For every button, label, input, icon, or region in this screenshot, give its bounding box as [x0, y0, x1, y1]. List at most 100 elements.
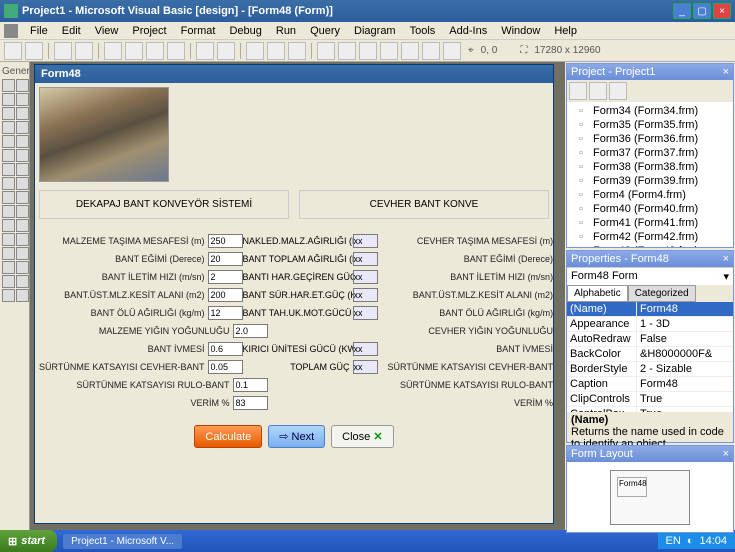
property-row[interactable]: BackColor&H8000000F& — [567, 347, 733, 362]
field-input[interactable] — [233, 324, 268, 338]
property-row[interactable]: (Name)Form48 — [567, 302, 733, 317]
toolbar-start-icon[interactable] — [246, 42, 264, 60]
next-button[interactable]: ⇨ Next — [268, 425, 325, 448]
menu-format[interactable]: Format — [175, 25, 222, 37]
menu-project[interactable]: Project — [126, 25, 172, 37]
toolbox-tool[interactable] — [2, 247, 15, 260]
field-input[interactable] — [208, 234, 243, 248]
toolbox-tool[interactable] — [16, 191, 29, 204]
property-row[interactable]: ClipControlsTrue — [567, 392, 733, 407]
menu-edit[interactable]: Edit — [56, 25, 87, 37]
toolbar-break-icon[interactable] — [267, 42, 285, 60]
toolbox-tool[interactable] — [16, 121, 29, 134]
taskbar-item[interactable]: Project1 - Microsoft V... — [63, 534, 182, 549]
toolbox-tool[interactable] — [16, 275, 29, 288]
toolbar-end-icon[interactable] — [288, 42, 306, 60]
toolbar-dataview-icon[interactable] — [422, 42, 440, 60]
tree-item[interactable]: Form4 (Form4.frm) — [569, 188, 731, 202]
toolbox-tool[interactable] — [2, 289, 15, 302]
tree-item[interactable]: Form36 (Form36.frm) — [569, 132, 731, 146]
toolbar-redo-icon[interactable] — [217, 42, 235, 60]
tree-item[interactable]: Form41 (Form41.frm) — [569, 216, 731, 230]
menu-tools[interactable]: Tools — [404, 25, 442, 37]
toolbox-tool[interactable] — [16, 135, 29, 148]
view-code-icon[interactable] — [569, 82, 587, 100]
field-output[interactable] — [353, 306, 378, 320]
tree-item[interactable]: Form38 (Form38.frm) — [569, 160, 731, 174]
toolbox-tool[interactable] — [2, 191, 15, 204]
tree-item[interactable]: Form39 (Form39.frm) — [569, 174, 731, 188]
toolbox-tool[interactable] — [16, 261, 29, 274]
field-input[interactable] — [208, 252, 243, 266]
menu-help[interactable]: Help — [548, 25, 583, 37]
toolbar-open-icon[interactable] — [54, 42, 72, 60]
toolbar-copy-icon[interactable] — [125, 42, 143, 60]
layout-form-mini[interactable]: Form48 — [617, 477, 647, 497]
toolbox-tool[interactable] — [16, 219, 29, 232]
toolbar-layout-icon[interactable] — [359, 42, 377, 60]
toolbar-undo-icon[interactable] — [196, 42, 214, 60]
toolbox-tool[interactable] — [2, 93, 15, 106]
view-object-icon[interactable] — [589, 82, 607, 100]
toolbar-explorer-icon[interactable] — [317, 42, 335, 60]
tab-alphabetic[interactable]: Alphabetic — [567, 285, 628, 302]
tray-icon[interactable]: ◐ — [687, 535, 694, 547]
start-button[interactable]: start — [0, 530, 57, 552]
system-menu-icon[interactable] — [4, 24, 18, 38]
field-input[interactable] — [208, 360, 243, 374]
toolbox-tool[interactable] — [2, 135, 15, 148]
field-output[interactable] — [353, 252, 378, 266]
toolbox-tool[interactable] — [16, 233, 29, 246]
toolbox-tool[interactable] — [16, 247, 29, 260]
field-output[interactable] — [353, 288, 378, 302]
toolbox-tool[interactable] — [16, 149, 29, 162]
field-output[interactable] — [353, 234, 378, 248]
toolbox-tool[interactable] — [16, 93, 29, 106]
tree-item[interactable]: Form34 (Form34.frm) — [569, 104, 731, 118]
tree-item[interactable]: Form35 (Form35.frm) — [569, 118, 731, 132]
menu-window[interactable]: Window — [495, 25, 546, 37]
toolbar-add-icon[interactable] — [4, 42, 22, 60]
minimize-button[interactable]: _ — [673, 3, 691, 19]
menu-addins[interactable]: Add-Ins — [443, 25, 493, 37]
toggle-folders-icon[interactable] — [609, 82, 627, 100]
menu-query[interactable]: Query — [304, 25, 346, 37]
toolbox-tool[interactable] — [16, 107, 29, 120]
menu-diagram[interactable]: Diagram — [348, 25, 402, 37]
toolbox-tool[interactable] — [16, 289, 29, 302]
menu-file[interactable]: File — [24, 25, 54, 37]
toolbox-tool[interactable] — [16, 177, 29, 190]
property-row[interactable]: CaptionForm48 — [567, 377, 733, 392]
field-input[interactable] — [208, 306, 243, 320]
form-window[interactable]: Form48 DEKAPAJ BANT KONVEYÖR SİSTEMİ CEV… — [34, 64, 554, 524]
layout-screen[interactable]: Form48 — [610, 470, 690, 525]
property-row[interactable]: AutoRedrawFalse — [567, 332, 733, 347]
project-tree[interactable]: Form34 (Form34.frm)Form35 (Form35.frm)Fo… — [567, 102, 733, 247]
field-output[interactable] — [353, 270, 378, 284]
property-row[interactable]: BorderStyle2 - Sizable — [567, 362, 733, 377]
layout-pane-close-icon[interactable]: × — [723, 448, 729, 460]
object-selector[interactable]: Form48 Form — [571, 270, 638, 282]
toolbox-tool[interactable] — [2, 149, 15, 162]
toolbox-tool[interactable] — [16, 79, 29, 92]
tray-lang[interactable]: EN — [666, 535, 681, 547]
toolbox-tool[interactable] — [16, 163, 29, 176]
field-input[interactable] — [233, 378, 268, 392]
toolbar-toolbox-icon[interactable] — [401, 42, 419, 60]
toolbar-objbrowser-icon[interactable] — [380, 42, 398, 60]
field-input[interactable] — [208, 288, 243, 302]
properties-pane-close-icon[interactable]: × — [723, 253, 729, 265]
toolbox-tool[interactable] — [2, 177, 15, 190]
toolbox-tool[interactable] — [2, 219, 15, 232]
field-input[interactable] — [233, 396, 268, 410]
tree-item[interactable]: Form40 (Form40.frm) — [569, 202, 731, 216]
toolbar-find-icon[interactable] — [167, 42, 185, 60]
field-output[interactable] — [353, 360, 378, 374]
toolbox-tool[interactable] — [2, 107, 15, 120]
tree-item[interactable]: Form37 (Form37.frm) — [569, 146, 731, 160]
tree-item[interactable]: Form43 (Form43.frm) — [569, 244, 731, 247]
toolbox-tool[interactable] — [2, 205, 15, 218]
toolbox-tool[interactable] — [2, 79, 15, 92]
menu-debug[interactable]: Debug — [223, 25, 267, 37]
toolbox-tool[interactable] — [2, 261, 15, 274]
